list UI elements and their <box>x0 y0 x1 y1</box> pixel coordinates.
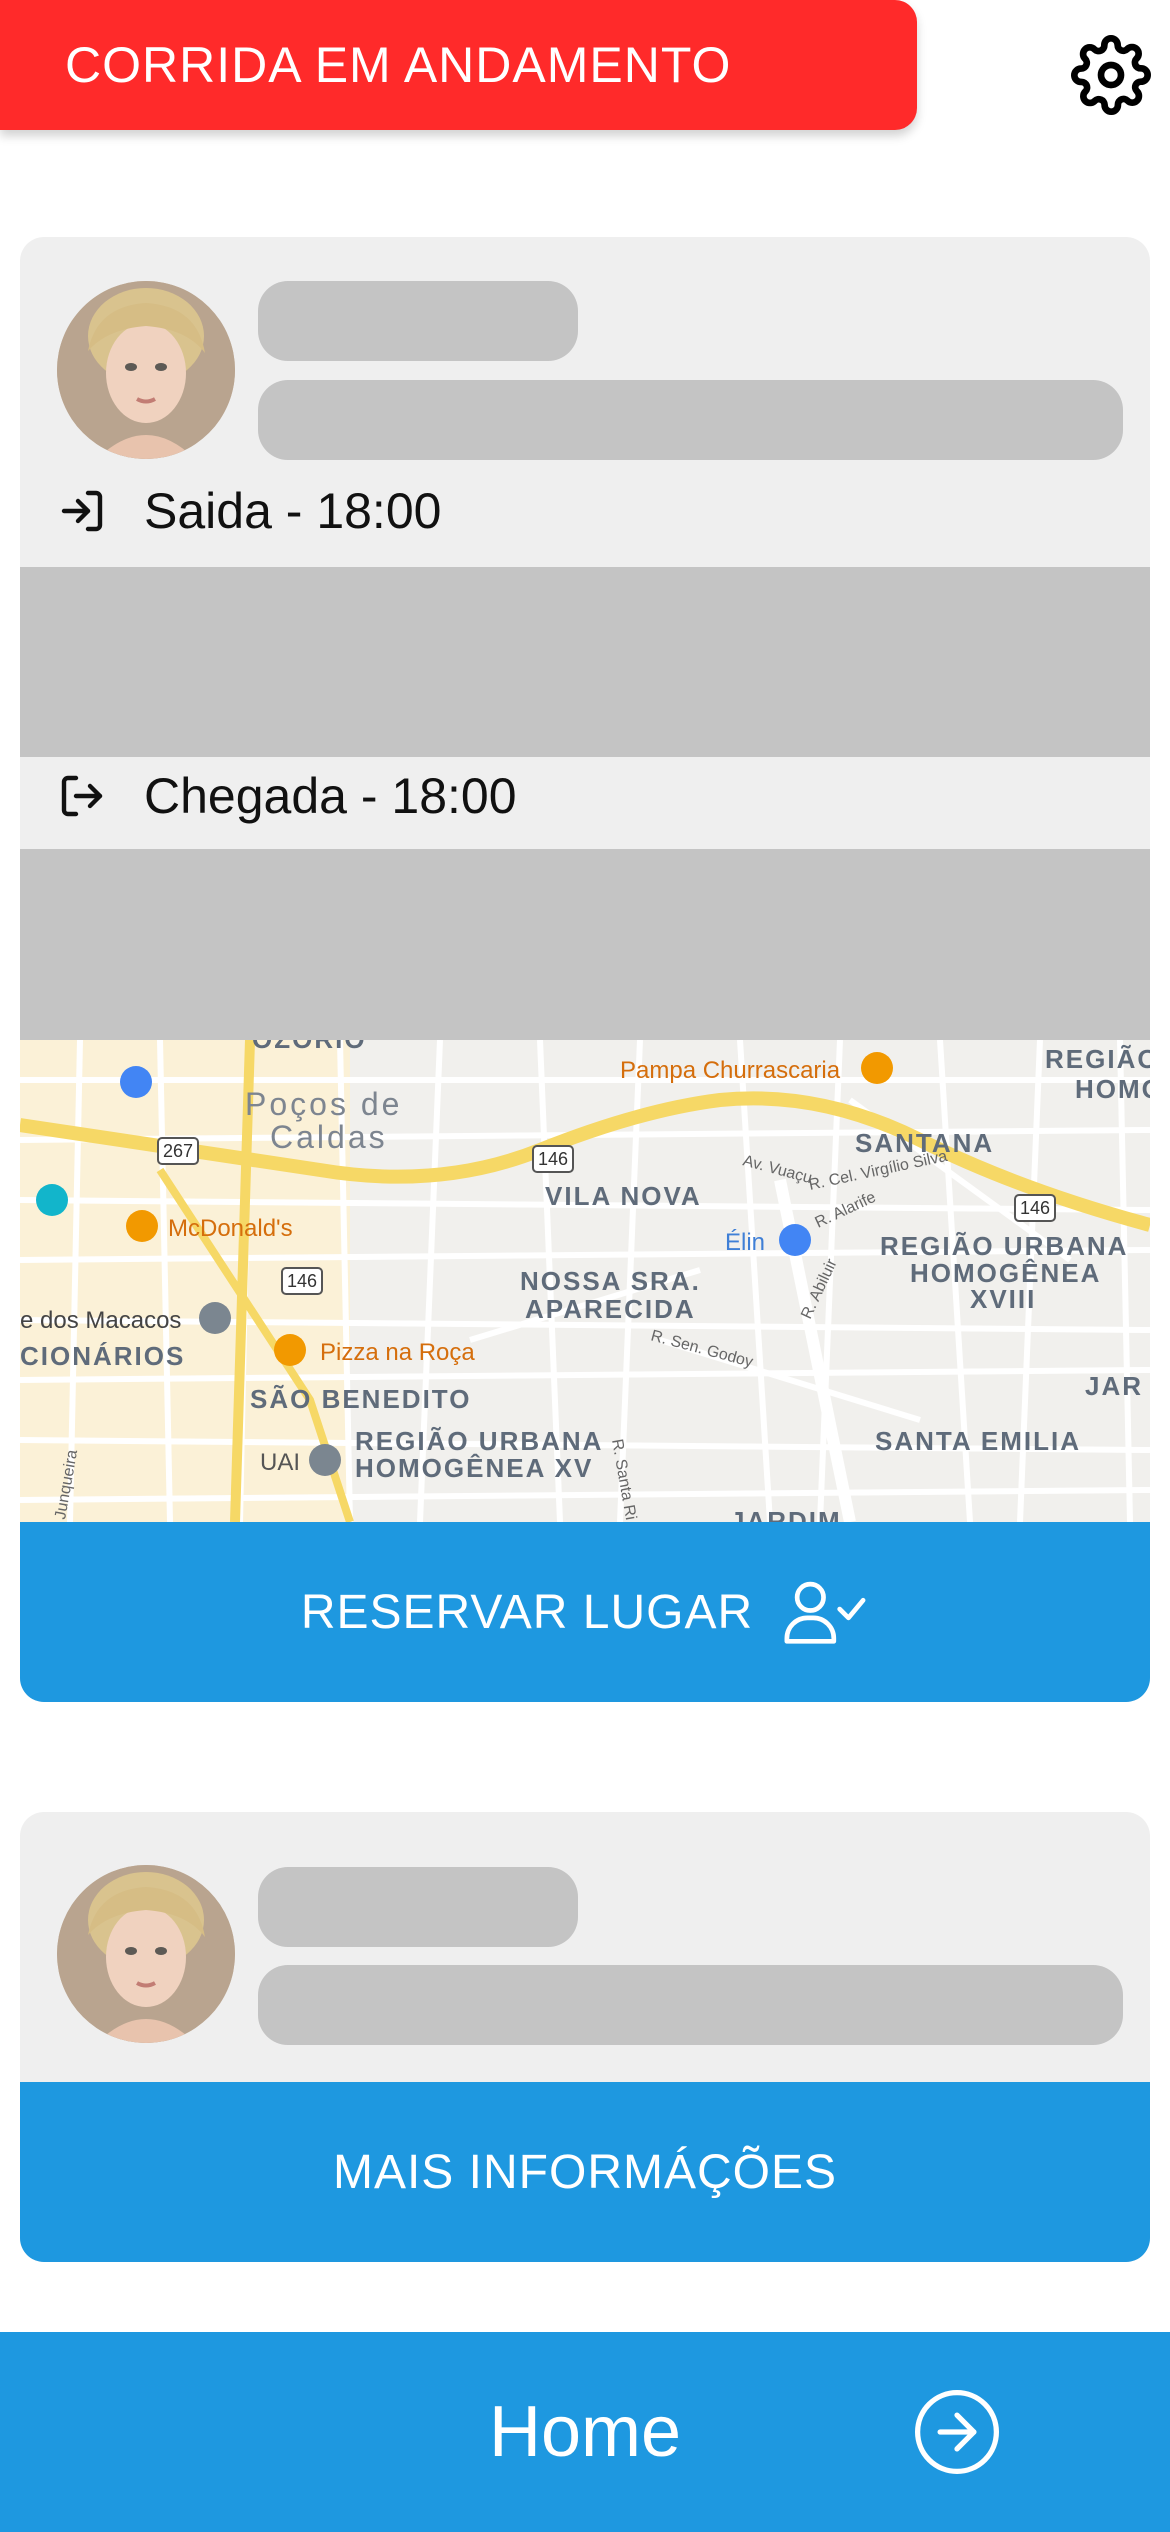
home-button[interactable]: Home <box>0 2332 1170 2532</box>
reserve-seat-button[interactable]: RESERVAR LUGAR <box>20 1522 1150 1702</box>
ride-status-banner: CORRIDA EM ANDAMENTO <box>0 0 917 130</box>
departure-row: Saida - 18:00 <box>58 482 441 540</box>
map-label-mcdonalds: McDonald's <box>168 1215 293 1242</box>
avatar-photo <box>57 281 235 459</box>
map-label-cionarios: CIONÁRIOS <box>20 1341 185 1371</box>
shield-146-c: 146 <box>1020 1198 1050 1218</box>
driver-avatar-2 <box>57 1865 235 2043</box>
map-label-regiao-xv-2: HOMOGÊNEA XV <box>355 1453 593 1483</box>
settings-button[interactable] <box>1068 32 1154 118</box>
driver-card: MAIS INFORMÁÇÕES <box>20 1812 1150 2262</box>
shield-146-b: 146 <box>287 1271 317 1291</box>
shield-267: 267 <box>163 1141 193 1161</box>
arrival-row: Chegada - 18:00 <box>58 767 517 825</box>
map-label-regiao-top2: HOMO <box>1075 1074 1150 1104</box>
gear-icon <box>1071 35 1151 115</box>
map-label-regiao-xviii-1: REGIÃO URBANA <box>880 1231 1128 1261</box>
route-map[interactable]: 267 146 146 146 OZÓRIO REGIÃO HOMO SANTA… <box>20 1040 1150 1522</box>
departure-label: Saida - 18:00 <box>144 483 442 539</box>
arrival-label: Chegada - 18:00 <box>144 768 517 824</box>
map-label-jar: JAR <box>1085 1371 1143 1401</box>
map-label-pocos: Poços de <box>245 1086 402 1122</box>
map-label-elin: Élin <box>725 1229 765 1256</box>
ride-card: Saida - 18:00 Chegada - 18:00 267 146 14… <box>20 237 1150 1702</box>
home-label: Home <box>488 2392 682 2472</box>
arrow-right-circle-icon <box>915 2390 999 2474</box>
map-label-uai: UAI <box>260 1449 300 1476</box>
map-label-ozorio: OZÓRIO <box>252 1040 367 1054</box>
map-label-nossa-sra-1: NOSSA SRA. <box>520 1266 701 1296</box>
driver-info-placeholder <box>258 380 1123 460</box>
map-label-pizza: Pizza na Roça <box>320 1339 475 1366</box>
map-label-regiao-xviii-3: XVIII <box>970 1284 1036 1314</box>
map-label-vila-nova: VILA NOVA <box>545 1181 702 1211</box>
map-label-macacos: e dos Macacos <box>20 1307 181 1334</box>
avatar-photo-2 <box>57 1865 235 2043</box>
user-check-icon <box>784 1581 866 1644</box>
arrival-address-placeholder <box>20 849 1150 1040</box>
driver-info-placeholder-2 <box>258 1965 1123 2045</box>
map-label-santa-emilia: SANTA EMILIA <box>875 1426 1081 1456</box>
map-label-regiao-xv-1: REGIÃO URBANA <box>355 1426 603 1456</box>
map-canvas: 267 146 146 146 OZÓRIO REGIÃO HOMO SANTA… <box>20 1040 1150 1522</box>
reserve-seat-label: RESERVAR LUGAR <box>300 1585 754 1639</box>
departure-address-placeholder <box>20 567 1150 757</box>
map-label-caldas: Caldas <box>270 1119 388 1155</box>
shield-146-a: 146 <box>538 1149 568 1169</box>
ride-status-label: CORRIDA EM ANDAMENTO <box>65 37 732 93</box>
map-label-sao-benedito: SÃO BENEDITO <box>250 1384 471 1414</box>
map-label-regiao-top1: REGIÃO <box>1045 1044 1150 1074</box>
map-label-nossa-sra-2: APARECIDA <box>525 1294 696 1324</box>
driver-avatar <box>57 281 235 459</box>
logout-icon <box>61 775 103 817</box>
map-label-pampa: Pampa Churrascaria <box>620 1057 841 1084</box>
more-info-label: MAIS INFORMÁÇÕES <box>332 2145 838 2199</box>
more-info-button[interactable]: MAIS INFORMÁÇÕES <box>20 2082 1150 2262</box>
driver-name-placeholder-2 <box>258 1867 578 1947</box>
driver-name-placeholder <box>258 281 578 361</box>
login-icon <box>61 490 103 532</box>
map-label-jardim: JARDIM <box>730 1506 842 1522</box>
